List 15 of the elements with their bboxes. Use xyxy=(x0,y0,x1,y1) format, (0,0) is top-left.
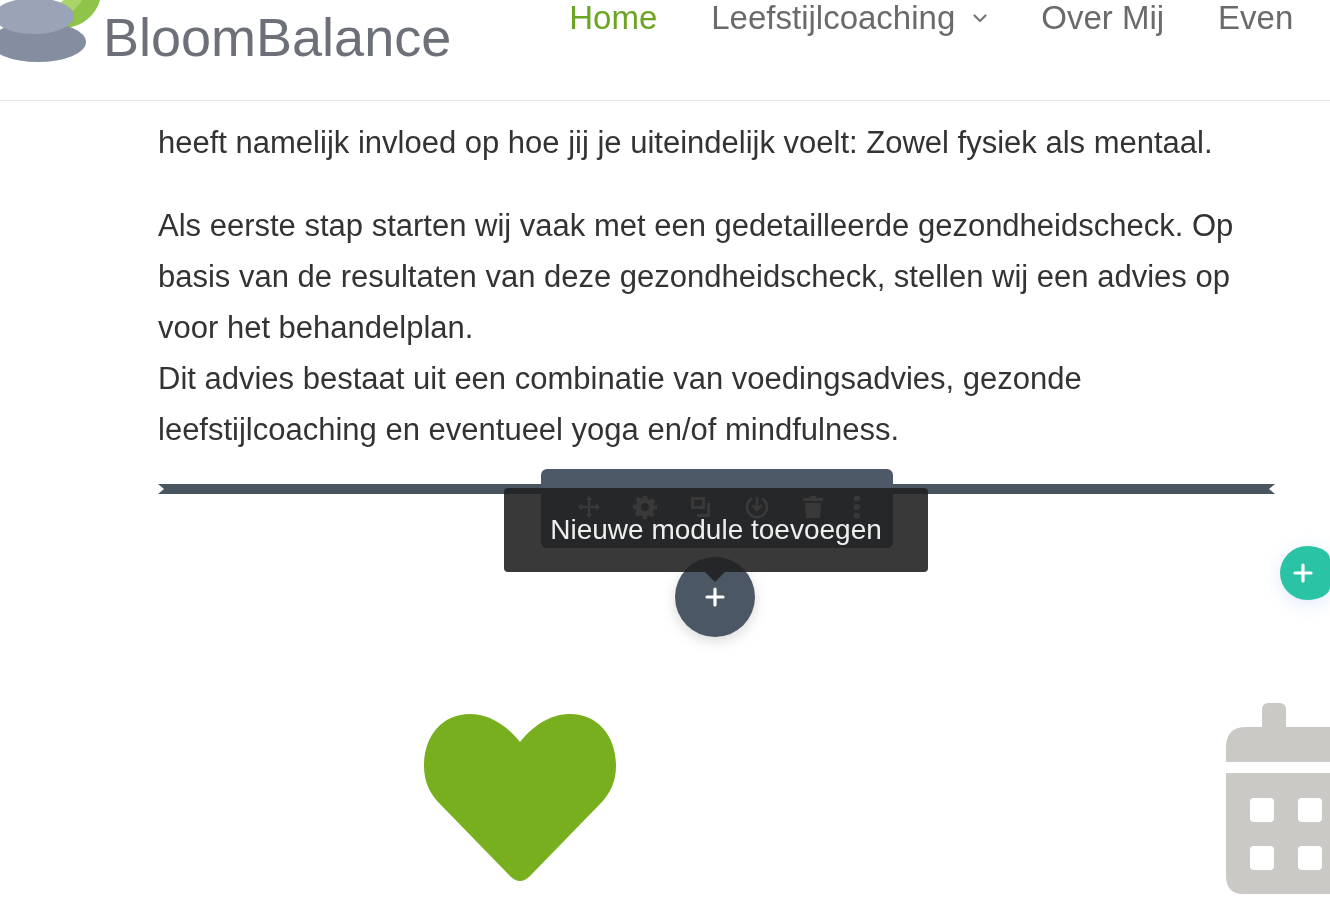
body-paragraph: Als eerste stap starten wij vaak met een gedetailleerde gezondheidscheck. Op basis van de resultaten van deze gezondheidscheck, stellen wij een advies op voor het behandelplan. Dit advies bestaat uit een combinatie van voedingsadvies, gezonde leefstijlcoaching en eventueel yoga en/of mindfulness. xyxy=(158,207,1235,449)
logo-text: BloomBalance xyxy=(103,10,452,64)
plus-icon xyxy=(1293,563,1313,583)
calendar-icon xyxy=(1226,703,1330,894)
chevron-down-icon xyxy=(973,13,988,23)
stones-leaf-logo-icon xyxy=(0,0,100,64)
nav-link[interactable]: Leefstijlcoaching xyxy=(711,0,988,36)
body-paragraph: heeft namelijk invloed op hoe jij je uiteindelijk voelt: Zowel fysiek als mentaal. xyxy=(158,124,1214,162)
nav-link[interactable]: Even xyxy=(1218,0,1294,36)
heart-icon xyxy=(424,714,616,884)
nav-link[interactable]: Home xyxy=(569,0,658,36)
tooltip: Nieuwe module toevoegen xyxy=(504,488,928,572)
nav-link[interactable]: Over Mij xyxy=(1041,0,1165,36)
plus-icon xyxy=(705,587,725,607)
tooltip-arrow-icon xyxy=(705,572,725,582)
